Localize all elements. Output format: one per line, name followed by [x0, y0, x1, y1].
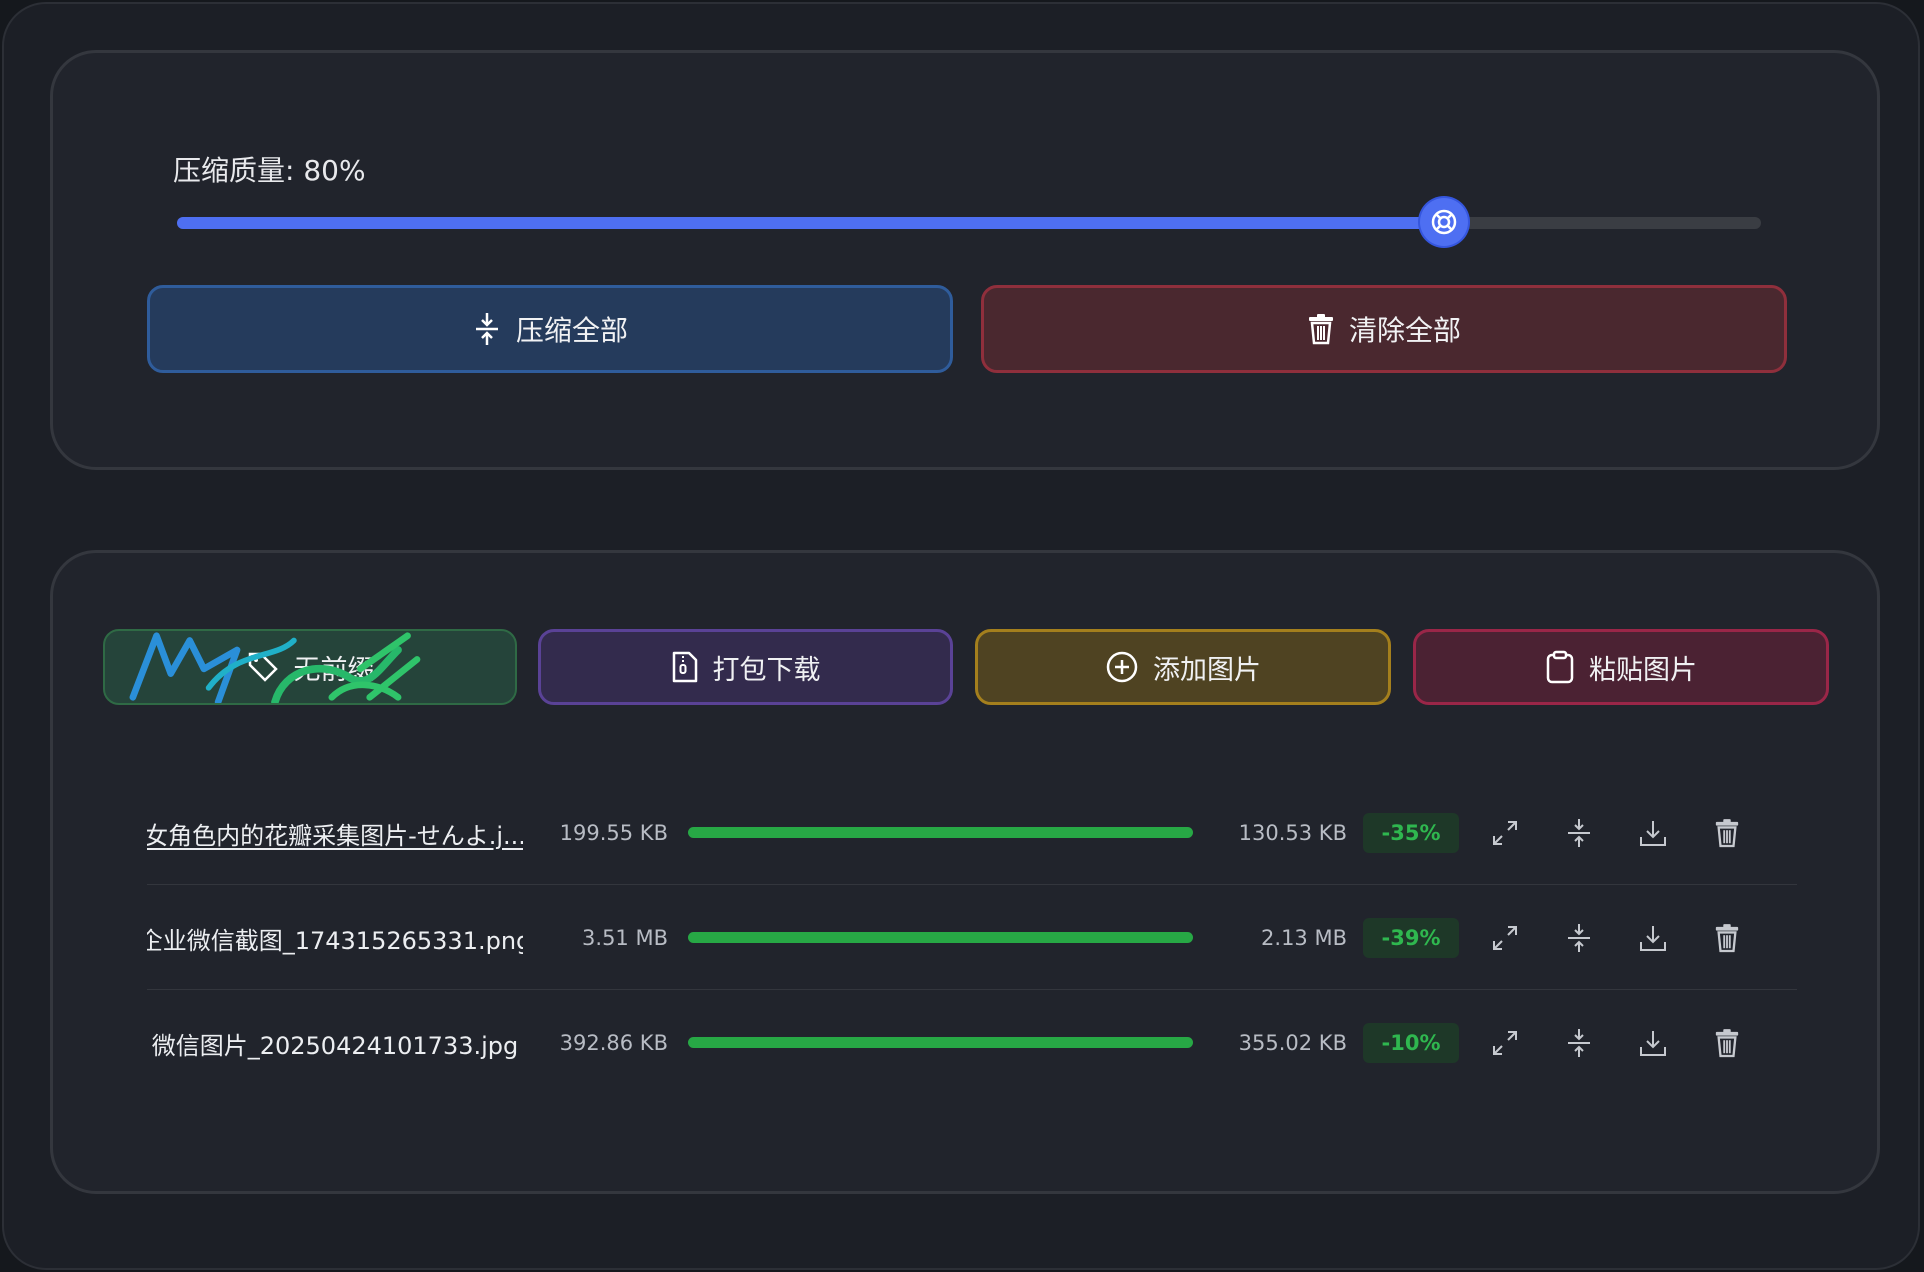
compress-all-button[interactable]: 压缩全部 — [147, 285, 953, 373]
file-name: 微信图片_20250424101733.jpg — [151, 1031, 519, 1060]
row-divider — [147, 989, 1797, 990]
compressed-size: 2.13 MB — [1261, 926, 1347, 950]
file-row: 女角色内的花瓣采集图片-せんよ.j... 199.55 KB 130.53 KB… — [147, 781, 1797, 885]
compress-arrows-icon — [475, 313, 498, 345]
expand-icon[interactable] — [1487, 1025, 1523, 1061]
trash-icon[interactable] — [1709, 920, 1745, 956]
compressed-size: 130.53 KB — [1238, 821, 1347, 845]
quality-slider-thumb[interactable] — [1420, 198, 1469, 246]
trash-icon[interactable] — [1709, 1025, 1745, 1061]
lossless-label: 无前缀 — [293, 654, 375, 686]
trash-icon[interactable] — [1709, 815, 1745, 851]
file-name-link[interactable]: 女角色内的花瓣采集图片-せんよ.j... — [147, 781, 523, 885]
lifebuoy-icon — [1431, 209, 1457, 235]
file-name: 企业微信截图_174315265331.png — [147, 926, 523, 955]
progress-fill — [688, 932, 1193, 943]
zip-file-icon — [672, 651, 697, 683]
original-size: 3.51 MB — [582, 926, 668, 950]
paste-images-button[interactable]: 粘贴图片 — [1413, 629, 1829, 705]
file-list-card: 无前缀 打包下载 添加图片 粘贴图片 女角色内的花瓣采集图片-せんよ.j... … — [50, 550, 1880, 1194]
plus-circle-icon — [1106, 651, 1138, 683]
compress-arrows-icon[interactable] — [1561, 815, 1597, 851]
trash-icon — [1308, 314, 1333, 345]
row-divider — [147, 884, 1797, 885]
progress-fill — [688, 827, 1193, 838]
zip-download-label: 打包下载 — [712, 654, 821, 686]
compress-arrows-icon[interactable] — [1561, 920, 1597, 956]
download-icon[interactable] — [1635, 815, 1671, 851]
compression-ratio-badge: -10% — [1363, 1023, 1459, 1063]
original-size: 392.86 KB — [559, 1031, 668, 1055]
compression-progress-bar — [688, 932, 1193, 943]
expand-icon[interactable] — [1487, 815, 1523, 851]
app-window: 压缩质量: 80% 压缩全部 清除全部 无前缀 打包下载 添加图片 粘贴图片 女… — [2, 2, 1920, 1270]
compress-all-label: 压缩全部 — [515, 314, 628, 347]
original-size: 199.55 KB — [559, 821, 668, 845]
clipboard-icon — [1546, 650, 1574, 684]
file-row: 企业微信截图_174315265331.png 3.51 MB 2.13 MB … — [147, 886, 1797, 990]
compressed-size: 355.02 KB — [1238, 1031, 1347, 1055]
expand-icon[interactable] — [1487, 920, 1523, 956]
progress-fill — [688, 1037, 1193, 1048]
zip-download-button[interactable]: 打包下载 — [538, 629, 953, 705]
clear-all-button[interactable]: 清除全部 — [981, 285, 1787, 373]
quality-slider-fill — [177, 217, 1445, 229]
add-images-label: 添加图片 — [1153, 654, 1261, 686]
clear-all-label: 清除全部 — [1348, 314, 1461, 347]
quality-slider[interactable] — [177, 198, 1761, 246]
download-icon[interactable] — [1635, 920, 1671, 956]
quality-label: 压缩质量: 80% — [173, 154, 366, 187]
compression-settings-card: 压缩质量: 80% 压缩全部 清除全部 — [50, 50, 1880, 470]
file-row: 微信图片_20250424101733.jpg 392.86 KB 355.02… — [147, 991, 1797, 1095]
download-icon[interactable] — [1635, 1025, 1671, 1061]
compression-ratio-badge: -39% — [1363, 918, 1459, 958]
compress-arrows-icon[interactable] — [1561, 1025, 1597, 1061]
lossless-button[interactable]: 无前缀 — [103, 629, 517, 705]
compression-progress-bar — [688, 827, 1193, 838]
compression-progress-bar — [688, 1037, 1193, 1048]
compression-ratio-badge: -35% — [1363, 813, 1459, 853]
add-images-button[interactable]: 添加图片 — [975, 629, 1391, 705]
tag-icon — [248, 652, 278, 682]
paste-images-label: 粘贴图片 — [1589, 654, 1697, 686]
